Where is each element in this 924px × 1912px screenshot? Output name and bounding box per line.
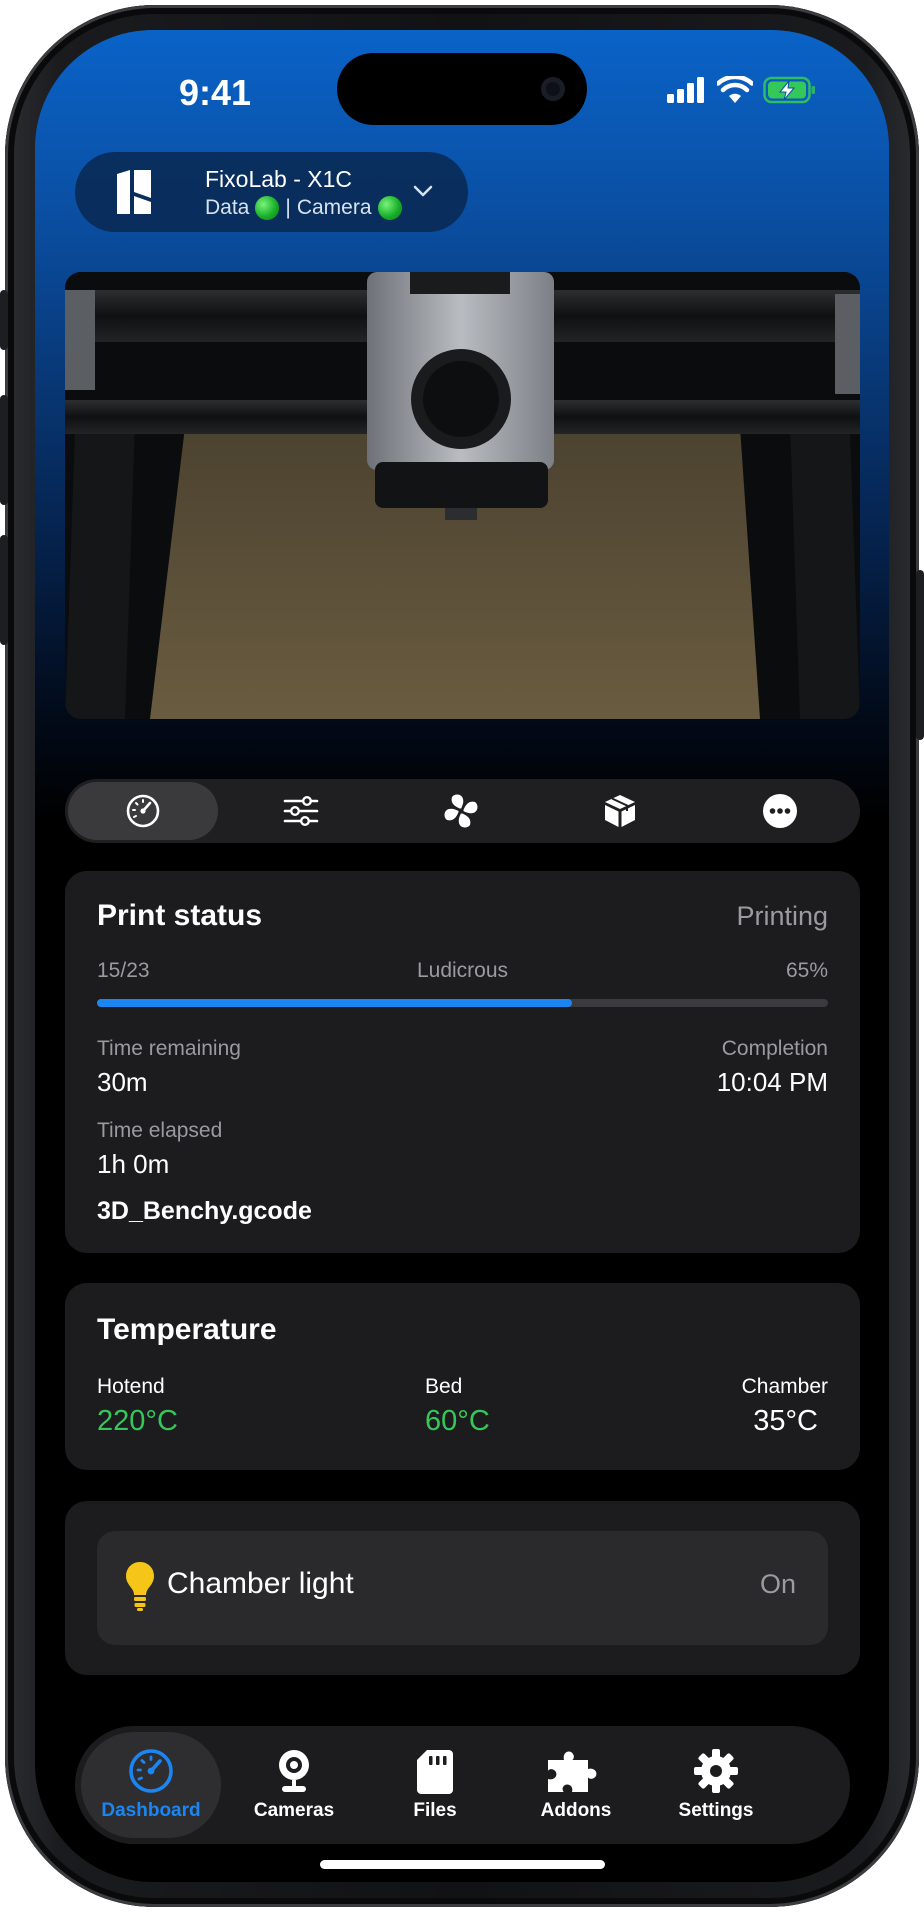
print-status-title: Print status — [97, 899, 263, 932]
tab-dashboard-label: Dashboard — [101, 1800, 201, 1821]
tab-addons[interactable]: Addons — [511, 1726, 641, 1844]
chevron-down-icon — [413, 185, 433, 197]
speed-mode: Ludicrous — [416, 959, 509, 982]
file-name: 3D_Benchy.gcode — [97, 1197, 312, 1225]
cellular-signal-icon — [667, 77, 704, 103]
status-separator: | — [285, 196, 291, 219]
tab-settings[interactable]: Settings — [651, 1726, 781, 1844]
segment-status[interactable] — [68, 782, 218, 840]
temperature-title: Temperature — [97, 1313, 277, 1346]
chamber-light-card: Chamber light On — [65, 1501, 860, 1675]
camera-status-dot-icon — [377, 196, 402, 220]
data-label: Data — [205, 196, 250, 219]
bambu-logo-icon — [117, 170, 151, 214]
camera-feed-image — [65, 272, 860, 719]
tab-settings-label: Settings — [678, 1800, 754, 1821]
webcam-icon — [279, 1750, 309, 1792]
chamber-light-state: On — [759, 1569, 796, 1599]
chamber-light-label: Chamber light — [167, 1567, 354, 1600]
progress-bar-fill — [97, 999, 573, 1007]
speedometer-icon — [126, 794, 160, 828]
chamber-temp: 35°C — [753, 1405, 818, 1437]
temperature-card: Temperature Hotend 220°C Bed 60°C Chambe… — [65, 1283, 860, 1470]
time-remaining-value: 30m — [97, 1067, 148, 1097]
print-state: Printing — [736, 901, 828, 931]
time-elapsed-value: 1h 0m — [97, 1149, 170, 1179]
status-time: 9:41 — [178, 72, 252, 113]
action-button — [0, 290, 8, 350]
time-remaining-label: Time remaining — [97, 1037, 241, 1060]
status-icons — [667, 76, 817, 104]
sd-card-icon — [417, 1750, 453, 1794]
battery-charging-icon — [763, 76, 815, 104]
home-indicator — [320, 1860, 605, 1869]
time-elapsed-label: Time elapsed — [97, 1119, 223, 1142]
completion-value: 10:04 PM — [716, 1067, 828, 1097]
progress-bar — [97, 999, 828, 1007]
lightbulb-icon — [126, 1562, 154, 1611]
data-status-dot-icon — [255, 196, 280, 220]
print-status-card: Print status Printing 15/23 Ludicrous 65… — [65, 871, 860, 1253]
fan-icon — [444, 794, 478, 828]
screen: 9:41 FixoLab - X1C Data | Camera Print s… — [35, 30, 889, 1882]
chamber-light-toggle[interactable]: Chamber light On — [97, 1531, 828, 1645]
segment-fans[interactable] — [381, 779, 541, 843]
volume-down-button — [0, 535, 8, 645]
gear-icon — [694, 1749, 738, 1793]
sliders-icon — [283, 796, 319, 827]
completion-label: Completion — [721, 1037, 828, 1060]
tab-cameras-label: Cameras — [253, 1800, 335, 1821]
bed-label: Bed — [425, 1375, 463, 1398]
dashboard-icon — [129, 1749, 173, 1793]
chamber-label: Chamber — [741, 1375, 828, 1398]
tab-dashboard[interactable]: Dashboard — [81, 1732, 221, 1838]
power-button — [916, 570, 924, 740]
puzzle-icon — [548, 1751, 597, 1792]
printer-name: FixoLab - X1C — [205, 166, 353, 192]
segment-filament[interactable] — [541, 779, 701, 843]
camera-feed[interactable] — [65, 272, 860, 719]
camera-label: Camera — [296, 196, 372, 219]
tab-bar: Dashboard Cameras Files Addons Settings — [75, 1726, 850, 1844]
hotend-temp[interactable]: 220°C — [97, 1405, 178, 1438]
bed-temp[interactable]: 60°C — [425, 1405, 490, 1438]
tab-cameras[interactable]: Cameras — [229, 1726, 359, 1844]
segment-controls[interactable] — [221, 779, 381, 843]
printer-selector[interactable]: FixoLab - X1C Data | Camera — [75, 152, 468, 232]
wifi-icon — [717, 76, 753, 103]
printer-connection-status: Data | Camera — [205, 196, 402, 220]
tab-addons-label: Addons — [540, 1800, 612, 1821]
more-icon — [763, 794, 798, 828]
progress-percent: 65% — [785, 959, 828, 982]
volume-up-button — [0, 395, 8, 505]
tab-files[interactable]: Files — [370, 1726, 500, 1844]
front-camera — [541, 77, 565, 101]
hotend-label: Hotend — [97, 1375, 165, 1398]
dynamic-island — [337, 53, 587, 125]
tab-files-label: Files — [413, 1800, 457, 1821]
box-icon — [605, 795, 636, 827]
dashboard-segment-control — [65, 779, 860, 843]
segment-more[interactable] — [700, 779, 860, 843]
